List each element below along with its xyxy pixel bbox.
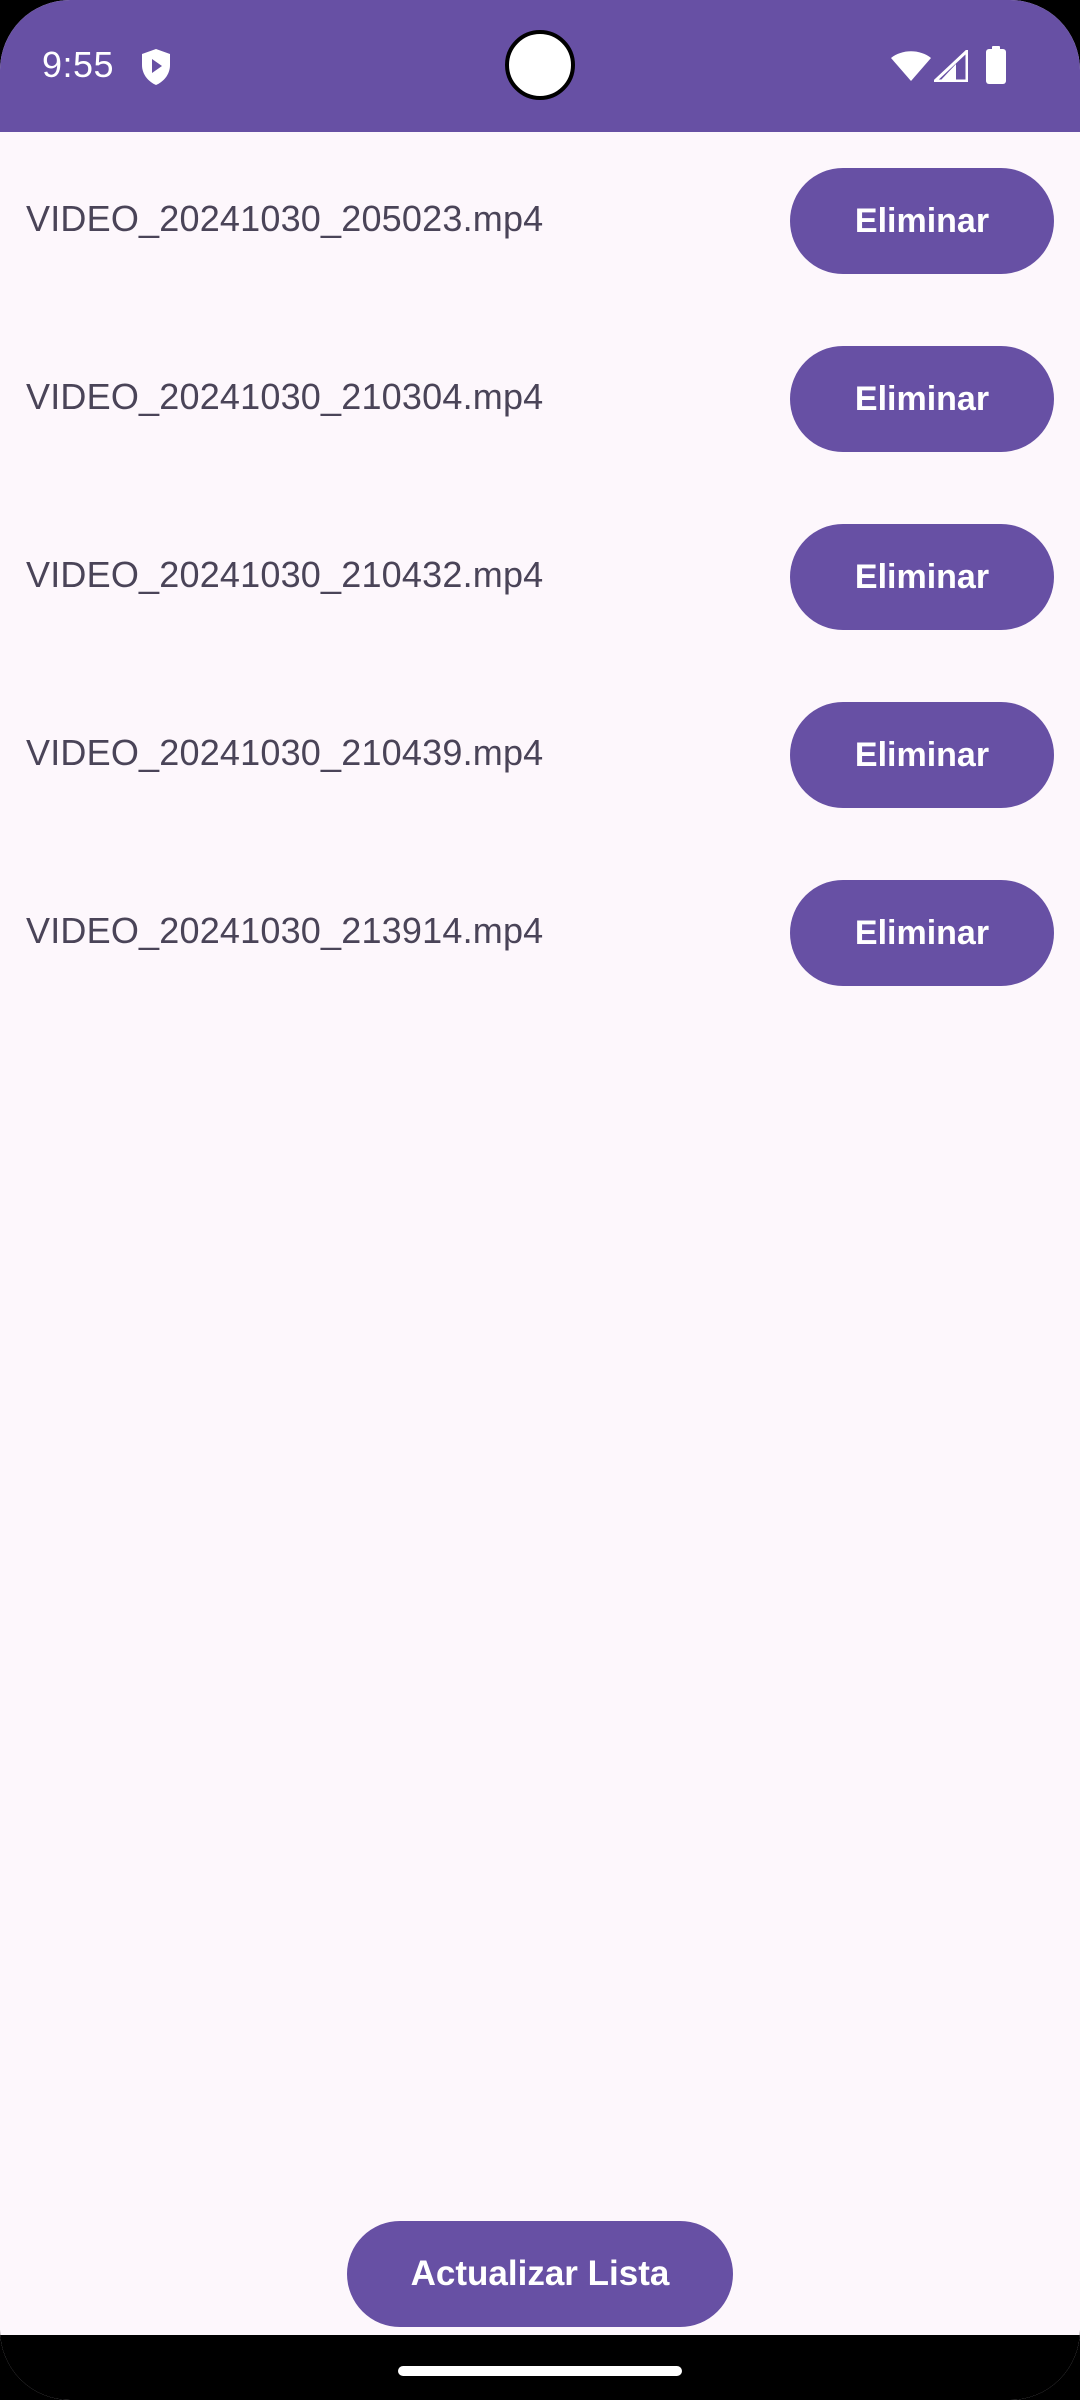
- navigation-bar: [0, 2335, 1080, 2400]
- delete-button[interactable]: Eliminar: [790, 880, 1054, 986]
- video-file-name: VIDEO_20241030_213914.mp4: [26, 910, 544, 951]
- video-file-name: VIDEO_20241030_210432.mp4: [26, 554, 544, 595]
- list-item: VIDEO_20241030_210304.mp4 Eliminar: [0, 310, 1080, 488]
- battery-icon: [986, 46, 1006, 84]
- list-item: VIDEO_20241030_205023.mp4 Eliminar: [0, 132, 1080, 310]
- signal-icon: [934, 50, 968, 82]
- status-bar: 9:55: [0, 0, 1080, 132]
- home-gesture-handle[interactable]: [398, 2366, 682, 2376]
- delete-button[interactable]: Eliminar: [790, 524, 1054, 630]
- delete-button[interactable]: Eliminar: [790, 346, 1054, 452]
- list-item: VIDEO_20241030_213914.mp4 Eliminar: [0, 844, 1080, 1022]
- shield-icon: [142, 49, 170, 85]
- video-file-name: VIDEO_20241030_210304.mp4: [26, 376, 544, 417]
- video-file-name: VIDEO_20241030_210439.mp4: [26, 732, 544, 773]
- list-item: VIDEO_20241030_210439.mp4 Eliminar: [0, 666, 1080, 844]
- delete-button[interactable]: Eliminar: [790, 702, 1054, 808]
- wifi-icon: [891, 51, 931, 81]
- camera-cutout: [505, 30, 575, 100]
- list-item: VIDEO_20241030_210432.mp4 Eliminar: [0, 488, 1080, 666]
- video-list: VIDEO_20241030_205023.mp4 Eliminar VIDEO…: [0, 132, 1080, 1022]
- refresh-list-button[interactable]: Actualizar Lista: [347, 2221, 733, 2327]
- app-screen: 9:55 VIDEO_20241030_205023.mp4 Eliminar …: [0, 0, 1080, 2400]
- video-file-name: VIDEO_20241030_205023.mp4: [26, 198, 544, 239]
- delete-button[interactable]: Eliminar: [790, 168, 1054, 274]
- status-time: 9:55: [42, 44, 115, 85]
